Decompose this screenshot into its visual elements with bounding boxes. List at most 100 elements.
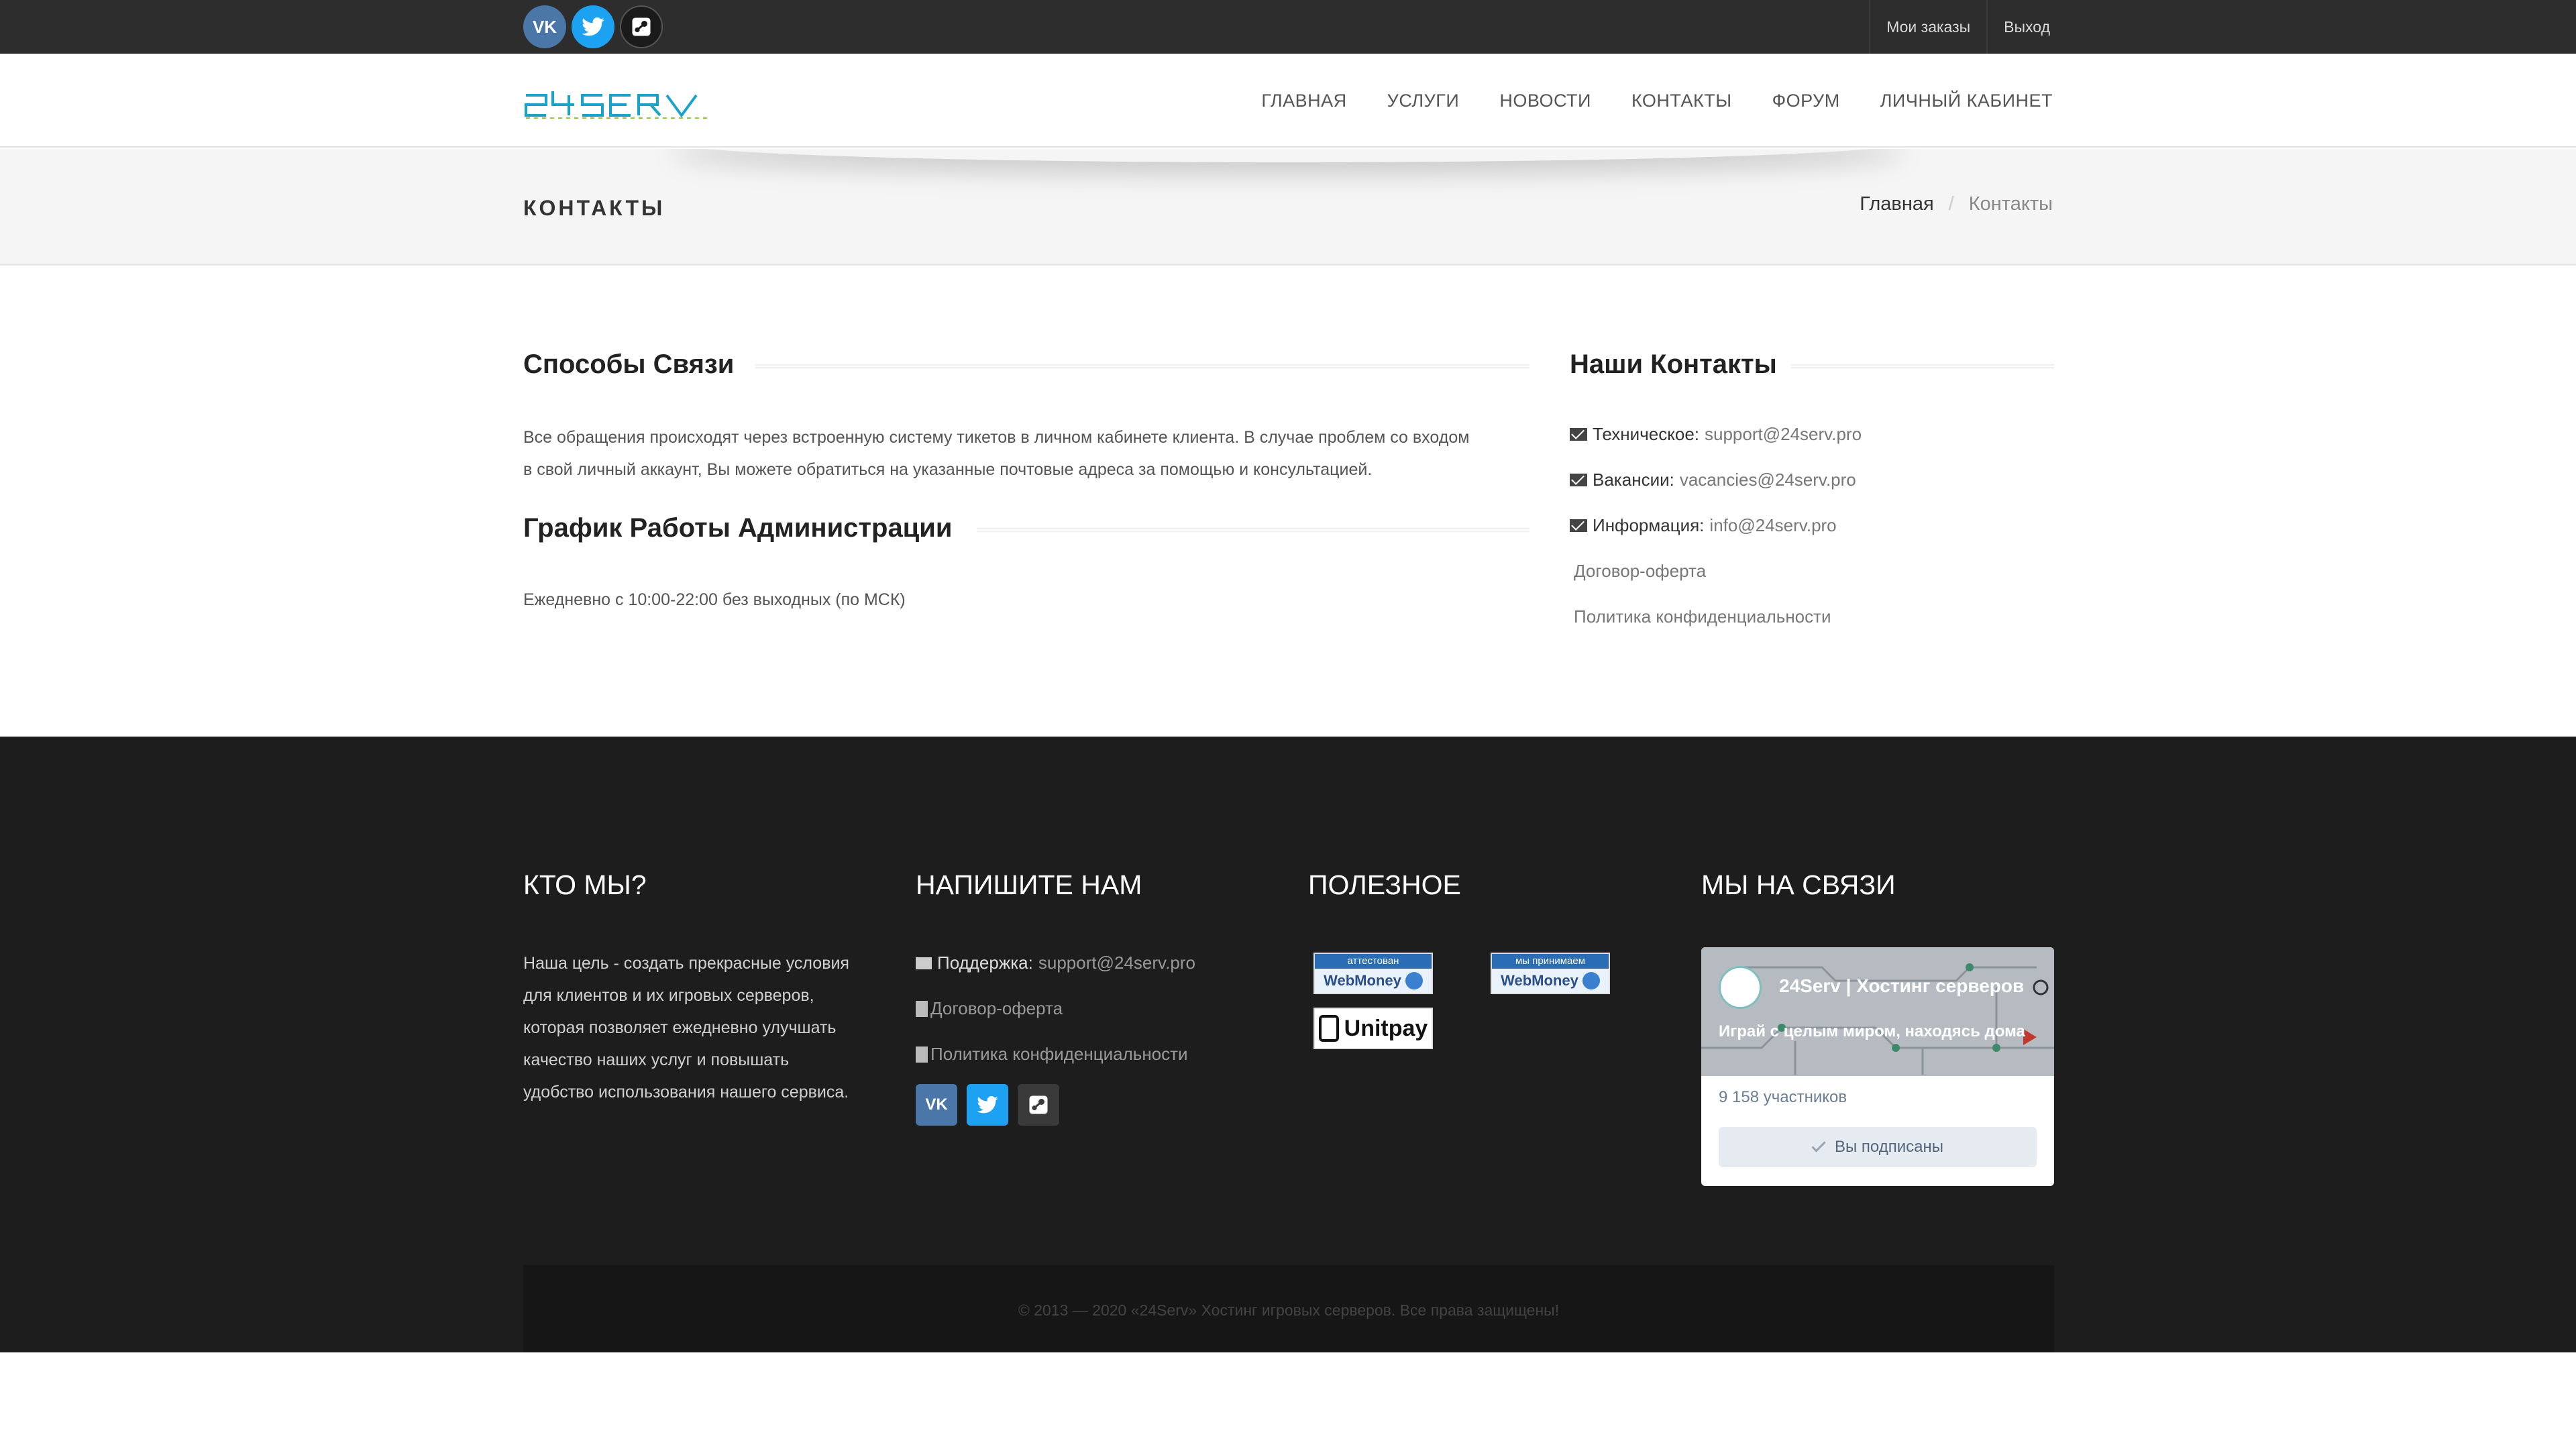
breadcrumb-home[interactable]: Главная bbox=[1860, 193, 1933, 215]
about-line: качество наших услуг и повышать bbox=[523, 1051, 790, 1069]
nav-home[interactable]: ГЛАВНАЯ bbox=[1261, 91, 1346, 111]
support-email[interactable]: support@24serv.pro bbox=[1038, 953, 1195, 973]
about-line: удобство использования нашего сервиса. bbox=[523, 1083, 849, 1102]
group-slogan: Играй с целым миром, находясь дома bbox=[1719, 1022, 2025, 1040]
contact-label: Вакансии: bbox=[1593, 470, 1674, 490]
envelope-icon bbox=[1570, 474, 1587, 486]
contact-label: Информация: bbox=[1593, 515, 1705, 535]
nav-news[interactable]: НОВОСТИ bbox=[1499, 91, 1591, 111]
heading-divider bbox=[1791, 364, 2054, 368]
footer-privacy-link[interactable]: Политика конфиденциальности bbox=[930, 1044, 1188, 1065]
heading-divider bbox=[755, 364, 1529, 368]
contact-vacancies: Вакансии: vacancies@24serv.pro bbox=[1570, 470, 1856, 490]
support-label: Поддержка: bbox=[937, 953, 1033, 973]
nav-services[interactable]: УСЛУГИ bbox=[1387, 91, 1460, 111]
twitter-icon[interactable] bbox=[967, 1084, 1008, 1126]
globe-icon bbox=[1405, 972, 1423, 989]
ways-heading: Способы Связи bbox=[523, 346, 1529, 382]
group-name: 24Serv | Хостинг серверов bbox=[1779, 975, 2025, 996]
schedule-text: Ежедневно с 10:00-22:00 без выходных (по… bbox=[523, 590, 906, 609]
footer-useful-title: ПОЛЕЗНОЕ bbox=[1308, 869, 1461, 900]
contact-email[interactable]: vacancies@24serv.pro bbox=[1680, 470, 1856, 490]
webmoney-attested-badge[interactable]: аттестован WebMoney bbox=[1313, 953, 1433, 994]
footer-connect-title: МЫ НА СВЯЗИ bbox=[1701, 869, 1896, 900]
ways-title: Способы Связи bbox=[523, 349, 735, 379]
schedule-heading: График Работы Администрации bbox=[523, 510, 1529, 546]
vk-icon[interactable]: VK bbox=[916, 1084, 957, 1126]
site-logo[interactable] bbox=[523, 89, 711, 121]
members-count[interactable]: 9 158 участников bbox=[1719, 1088, 1847, 1107]
envelope-icon bbox=[916, 957, 932, 969]
footer-about-text: Наша цель - создать прекрасные условия д… bbox=[523, 947, 899, 1108]
vk-group-widget: 24Serv | Хостинг серверов Играй с целым … bbox=[1701, 947, 2054, 1186]
contacts-title: Наши Контакты bbox=[1570, 349, 1777, 379]
privacy-link[interactable]: Политика конфиденциальности bbox=[1574, 606, 1831, 627]
document-icon bbox=[916, 1000, 928, 1017]
copyright-text: © 2013 — 2020 «24Serv» Хостинг игровых с… bbox=[1018, 1301, 1560, 1319]
contact-email[interactable]: support@24serv.pro bbox=[1705, 424, 1862, 445]
schedule-title: График Работы Администрации bbox=[523, 513, 953, 543]
footer-about-title: КТО МЫ? bbox=[523, 869, 647, 900]
badge-caption: аттестован bbox=[1315, 954, 1432, 969]
main-header: ГЛАВНАЯ УСЛУГИ НОВОСТИ КОНТАКТЫ ФОРУМ ЛИ… bbox=[0, 54, 2576, 148]
footer-support: Поддержка: support@24serv.pro bbox=[916, 953, 1195, 973]
steam-icon[interactable] bbox=[620, 5, 663, 48]
subscribed-label: Вы подписаны bbox=[1835, 1138, 1943, 1156]
site-footer: КТО МЫ? Наша цель - создать прекрасные у… bbox=[0, 737, 2576, 1352]
subscribed-button[interactable]: Вы подписаны bbox=[1719, 1127, 2037, 1167]
circuit-background bbox=[1701, 947, 2054, 1076]
envelope-icon bbox=[1570, 519, 1587, 532]
nav-forum[interactable]: ФОРУМ bbox=[1772, 91, 1840, 111]
document-icon bbox=[916, 1046, 928, 1063]
webmoney-accept-badge[interactable]: мы принимаем WebMoney bbox=[1491, 953, 1610, 994]
copyright-bar: © 2013 — 2020 «24Serv» Хостинг игровых с… bbox=[523, 1265, 2054, 1352]
unitpay-label: Unitpay bbox=[1344, 1015, 1428, 1041]
webmoney-label: WebMoney bbox=[1324, 972, 1401, 989]
webmoney-label: WebMoney bbox=[1501, 972, 1578, 989]
logo-graphic bbox=[525, 91, 708, 119]
footer-social-links: VK bbox=[916, 1084, 1059, 1126]
logout-link[interactable]: Выход bbox=[1986, 0, 2066, 54]
top-bar: VK Мои заказы Выход bbox=[0, 0, 2576, 54]
breadcrumb: Главная / Контакты bbox=[1860, 193, 2053, 215]
vk-group-cover[interactable]: 24Serv | Хостинг серверов Играй с целым … bbox=[1701, 947, 2054, 1076]
about-line: которая позволяет ежедневно улучшать bbox=[523, 1018, 837, 1037]
vk-icon[interactable]: VK bbox=[523, 5, 566, 48]
breadcrumb-separator: / bbox=[1948, 193, 1954, 215]
contacts-heading: Наши Контакты bbox=[1570, 346, 2054, 382]
ways-text-line-1: Все обращения происходят через встроенну… bbox=[523, 428, 1470, 447]
ways-description: Все обращения происходят через встроенну… bbox=[523, 421, 1529, 486]
footer-privacy: Политика конфиденциальности bbox=[916, 1044, 1188, 1065]
footer-write-title: НАПИШИТЕ НАМ bbox=[916, 869, 1142, 900]
page-title-band: КОНТАКТЫ Главная / Контакты bbox=[0, 149, 2576, 266]
nav-contacts[interactable]: КОНТАКТЫ bbox=[1631, 91, 1732, 111]
topbar-account-links: Мои заказы Выход bbox=[1869, 0, 2066, 54]
contact-technical: Техническое: support@24serv.pro bbox=[1570, 424, 1862, 445]
about-line: Наша цель - создать прекрасные условия bbox=[523, 954, 849, 973]
badge-caption: мы принимаем bbox=[1492, 954, 1609, 969]
badge-brand: WebMoney bbox=[1315, 969, 1432, 993]
heading-divider bbox=[977, 528, 1529, 532]
unitpay-icon bbox=[1318, 1015, 1339, 1042]
contact-email[interactable]: info@24serv.pro bbox=[1709, 515, 1836, 536]
group-avatar bbox=[1719, 966, 1762, 1009]
footer-offer: Договор-оферта bbox=[916, 998, 1063, 1019]
steam-icon[interactable] bbox=[1018, 1084, 1059, 1126]
contact-label: Техническое: bbox=[1593, 424, 1700, 444]
contact-info: Информация: info@24serv.pro bbox=[1570, 515, 1837, 536]
topbar-social-links: VK bbox=[523, 5, 663, 48]
twitter-icon[interactable] bbox=[572, 5, 614, 48]
nav-account[interactable]: ЛИЧНЫЙ КАБИНЕТ bbox=[1880, 91, 2053, 111]
envelope-icon bbox=[1570, 428, 1587, 441]
globe-icon bbox=[1582, 972, 1600, 989]
breadcrumb-current: Контакты bbox=[1968, 193, 2053, 215]
offer-link[interactable]: Договор-оферта bbox=[1574, 561, 1706, 582]
unitpay-badge[interactable]: Unitpay bbox=[1313, 1008, 1433, 1049]
footer-offer-link[interactable]: Договор-оферта bbox=[930, 998, 1063, 1019]
badge-brand: WebMoney bbox=[1492, 969, 1609, 993]
main-nav: ГЛАВНАЯ УСЛУГИ НОВОСТИ КОНТАКТЫ ФОРУМ ЛИ… bbox=[1261, 54, 2053, 148]
my-orders-link[interactable]: Мои заказы bbox=[1869, 0, 1986, 54]
page-title: КОНТАКТЫ bbox=[523, 196, 665, 220]
check-icon bbox=[1811, 1138, 1826, 1152]
ways-text-line-2: в свой личный аккаунт, Вы можете обратит… bbox=[523, 460, 1373, 479]
